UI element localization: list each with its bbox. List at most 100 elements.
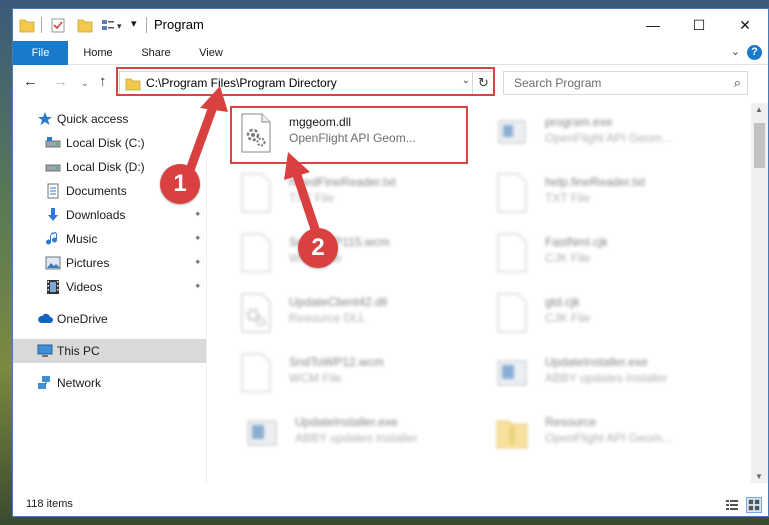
file-highlight — [230, 106, 468, 164]
tab-share[interactable]: Share — [135, 41, 177, 65]
file-type: OpenFlight API Geom... — [545, 131, 672, 145]
file-name: Resource — [545, 415, 597, 429]
file-name: program.exe — [545, 115, 613, 129]
new-folder-icon[interactable] — [77, 15, 93, 35]
pane-divider[interactable] — [206, 103, 207, 483]
sidebar-item-label: Network — [57, 376, 102, 390]
file-name: NeedFineReader.txt — [289, 175, 396, 189]
scroll-down-icon[interactable]: ▼ — [755, 472, 763, 481]
search-icon[interactable]: ⌕ — [734, 75, 741, 91]
item-count: 118 items — [26, 498, 73, 510]
file-tile-updateinstaller-exe-2[interactable]: UpdateInstaller.exe ABBY updates install… — [239, 407, 479, 465]
star-icon — [38, 112, 52, 125]
back-arrow-icon[interactable]: ← — [23, 73, 38, 90]
pictures-icon — [45, 256, 61, 270]
pin-icon[interactable]: ✦ — [194, 281, 202, 292]
chevron-down-icon[interactable]: ▾ — [117, 21, 127, 41]
document-icon — [241, 233, 271, 273]
search-input[interactable] — [504, 72, 724, 94]
file-name: UpdateInstaller.exe — [295, 415, 398, 429]
tiles-view-icon[interactable] — [746, 497, 762, 513]
sidebar-item-pictures[interactable]: Pictures ✦ — [13, 251, 206, 275]
document-icon — [241, 353, 271, 393]
file-type: OpenFlight API Geom... — [545, 431, 672, 445]
up-arrow-icon[interactable]: ↑ — [99, 73, 107, 90]
vertical-scrollbar[interactable]: ▲ ▼ — [751, 103, 768, 483]
file-name: FastNml.cjk — [545, 235, 608, 249]
file-tile-fastnml-cjk[interactable]: FastNml.cjk CJK File — [489, 227, 729, 285]
details-view-icon[interactable] — [724, 497, 740, 513]
file-type: TXT File — [289, 191, 335, 205]
drive-icon — [45, 137, 61, 148]
pin-icon[interactable]: ✦ — [194, 257, 202, 268]
sidebar-item-label: Downloads — [66, 208, 126, 222]
sidebar-item-label: Videos — [66, 280, 103, 294]
file-type: TXT File — [545, 191, 591, 205]
document-icon — [241, 173, 271, 213]
sidebar-item-label: Local Disk (C:) — [66, 136, 145, 150]
sidebar-item-local-disk-c[interactable]: Local Disk (C:) — [13, 131, 206, 155]
pin-icon[interactable]: ✦ — [194, 233, 202, 244]
drive-icon — [45, 164, 61, 172]
videos-icon — [47, 280, 59, 294]
sidebar-item-downloads[interactable]: Downloads ✦ — [13, 203, 206, 227]
forward-arrow-icon[interactable]: → — [53, 73, 68, 90]
separator — [41, 17, 42, 33]
sidebar-item-music[interactable]: Music ✦ — [13, 227, 206, 251]
sidebar-item-this-pc[interactable]: This PC — [13, 339, 206, 363]
documents-icon — [47, 183, 59, 199]
file-tile-sndtowp115-wcm[interactable]: SndToWP115.wcm WCM File — [233, 227, 473, 285]
sidebar-item-quick-access[interactable]: Quick access — [13, 107, 206, 131]
search-box[interactable]: ⌕ — [503, 71, 748, 95]
status-bar: 118 items — [13, 494, 768, 516]
pin-icon[interactable]: ✦ — [194, 209, 202, 220]
file-tile-updateinstaller-exe[interactable]: UpdateInstaller.exe ABBY updates install… — [489, 347, 729, 405]
tab-view[interactable]: View — [193, 41, 229, 65]
tab-file[interactable]: File — [13, 41, 68, 65]
minimize-button[interactable]: — — [630, 9, 676, 41]
document-icon — [497, 293, 527, 333]
customize-qa-icon[interactable]: ▾ — [131, 17, 137, 37]
file-tile-help-finereader-txt[interactable]: help.fineReader.txt TXT File — [489, 167, 729, 225]
close-button[interactable]: ✕ — [722, 9, 768, 41]
file-tile-gtd-cjk[interactable]: gtd.cjk CJK File — [489, 287, 729, 345]
folder-icon[interactable] — [19, 15, 35, 35]
file-tile-updateclient42-dll[interactable]: UpdateClient42.dll Resource DLL — [233, 287, 473, 345]
maximize-button[interactable]: ☐ — [676, 9, 722, 41]
file-type: Resource DLL — [289, 311, 366, 325]
scroll-thumb[interactable] — [754, 123, 765, 168]
sidebar-item-label: OneDrive — [57, 312, 108, 326]
address-bar-highlight — [116, 67, 495, 96]
file-tile-needfinereader-txt[interactable]: NeedFineReader.txt TXT File — [233, 167, 473, 225]
downloads-icon — [48, 208, 58, 221]
file-name: gtd.cjk — [545, 295, 580, 309]
ribbon: File Home Share View ⌄ ? — [13, 41, 768, 65]
expand-ribbon-icon[interactable]: ⌄ — [731, 45, 740, 58]
file-type: CJK File — [545, 251, 591, 265]
properties-check-icon[interactable] — [51, 15, 65, 35]
view-options-icon[interactable] — [101, 15, 115, 35]
installer-icon — [247, 420, 277, 446]
file-tile-resource[interactable]: Resource OpenFlight API Geom... — [489, 407, 729, 465]
sidebar-item-label: This PC — [57, 344, 100, 358]
file-name: UpdateInstaller.exe — [545, 355, 648, 369]
sidebar-item-network[interactable]: Network — [13, 371, 206, 395]
sidebar-item-label: Music — [66, 232, 98, 246]
file-type: CJK File — [545, 311, 591, 325]
sidebar-item-onedrive[interactable]: OneDrive — [13, 307, 206, 331]
recent-locations-icon[interactable]: ⌄ — [81, 78, 89, 89]
network-icon — [38, 376, 50, 389]
computer-icon — [37, 344, 53, 357]
sidebar-item-label: Pictures — [66, 256, 110, 270]
file-type: WCM File — [289, 371, 342, 385]
file-tile-sndtowp12-wcm[interactable]: SndToWP12.wcm WCM File — [233, 347, 473, 405]
tab-home[interactable]: Home — [73, 41, 123, 65]
sidebar-item-videos[interactable]: Videos ✦ — [13, 275, 206, 299]
help-icon[interactable]: ? — [747, 45, 762, 60]
scroll-up-icon[interactable]: ▲ — [755, 105, 763, 114]
file-type: ABBY updates installer — [545, 371, 668, 385]
file-tile-program-exe[interactable]: program.exe OpenFlight API Geom... — [489, 107, 729, 165]
document-icon — [497, 173, 527, 213]
step-badge-1: 1 — [160, 164, 200, 204]
sidebar-item-label: Local Disk (D:) — [66, 160, 145, 174]
